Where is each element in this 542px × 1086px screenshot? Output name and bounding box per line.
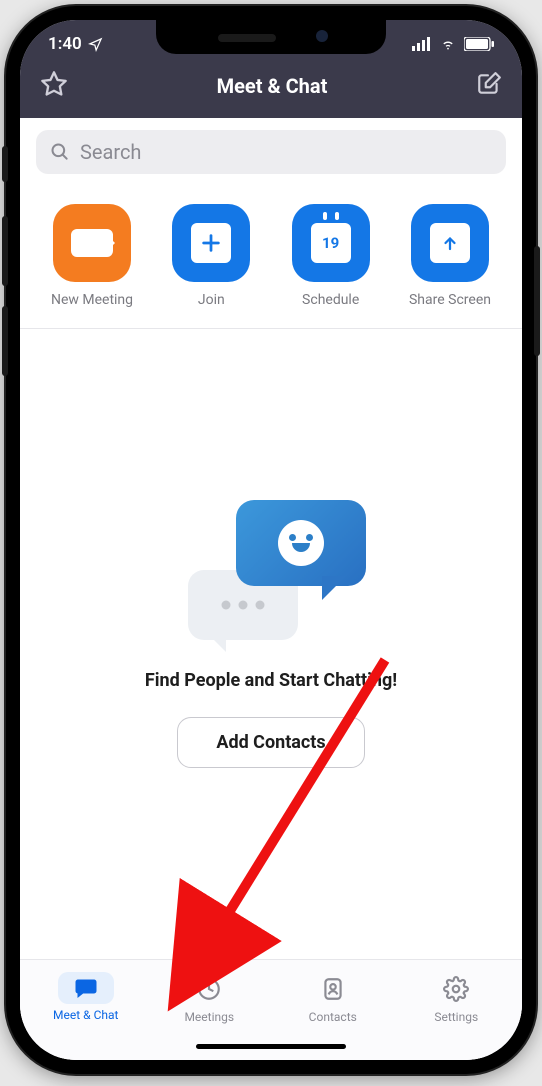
battery-icon	[464, 37, 494, 51]
search-field[interactable]	[36, 130, 506, 174]
calendar-icon: 19	[322, 234, 339, 252]
compose-button[interactable]	[476, 71, 502, 101]
chat-illustration	[176, 500, 366, 640]
search-icon	[50, 142, 70, 162]
share-screen-button[interactable]: Share Screen	[396, 204, 504, 308]
tab-settings-label: Settings	[434, 1010, 478, 1024]
tab-contacts-label: Contacts	[309, 1010, 357, 1024]
video-icon	[71, 229, 113, 257]
empty-headline: Find People and Start Chatting!	[145, 670, 397, 691]
search-input[interactable]	[80, 140, 492, 164]
plus-icon	[200, 232, 222, 254]
tab-meet-chat[interactable]: Meet & Chat	[24, 966, 148, 1030]
join-button[interactable]: Join	[157, 204, 265, 308]
share-label: Share Screen	[409, 292, 491, 308]
device-notch	[156, 20, 386, 54]
schedule-button[interactable]: 19 Schedule	[277, 204, 385, 308]
tab-bar: Meet & Chat Meetings Contacts Settings	[20, 959, 522, 1032]
schedule-label: Schedule	[302, 292, 359, 308]
tab-contacts[interactable]: Contacts	[271, 966, 395, 1030]
location-icon	[88, 37, 103, 52]
wifi-icon	[438, 37, 458, 51]
add-contacts-button[interactable]: Add Contacts	[177, 717, 364, 768]
clock-icon	[196, 976, 222, 1002]
new-meeting-button[interactable]: New Meeting	[38, 204, 146, 308]
tab-meetings-label: Meetings	[184, 1010, 234, 1024]
join-label: Join	[198, 292, 225, 308]
status-time: 1:40	[48, 34, 82, 54]
gear-icon	[443, 976, 469, 1002]
cell-signal-icon	[412, 37, 432, 51]
upload-icon	[441, 234, 459, 252]
tab-meet-chat-label: Meet & Chat	[53, 1008, 118, 1022]
tab-meetings[interactable]: Meetings	[148, 966, 272, 1030]
contacts-icon	[320, 976, 346, 1002]
tab-settings[interactable]: Settings	[395, 966, 519, 1030]
compose-icon	[476, 71, 502, 97]
chat-icon	[72, 976, 100, 1000]
star-icon	[40, 70, 68, 98]
new-meeting-label: New Meeting	[51, 292, 133, 308]
star-button[interactable]	[40, 70, 68, 102]
page-title: Meet & Chat	[217, 74, 328, 98]
home-indicator[interactable]	[20, 1032, 522, 1060]
